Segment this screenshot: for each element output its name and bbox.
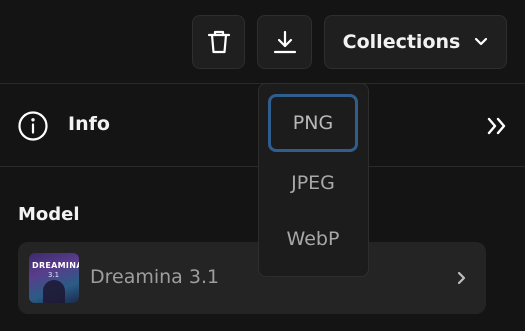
menu-item-png[interactable]: PNG — [268, 94, 358, 152]
model-heading: Model — [18, 204, 80, 225]
collections-button[interactable]: Collections — [324, 15, 507, 69]
menu-item-jpeg[interactable]: JPEG — [268, 154, 358, 212]
info-label: Info — [68, 113, 110, 135]
thumbnail-figure — [43, 280, 65, 303]
trash-icon — [207, 30, 230, 54]
collections-label: Collections — [342, 31, 461, 53]
download-button[interactable] — [257, 15, 312, 69]
double-chevron-right-icon[interactable] — [486, 116, 508, 136]
menu-item-webp[interactable]: WebP — [268, 210, 358, 268]
model-name: Dreamina 3.1 — [90, 266, 220, 288]
chevron-right-icon — [457, 271, 466, 285]
delete-button[interactable] — [192, 15, 245, 69]
model-selector[interactable]: DREAMINA 3.1 Dreamina 3.1 — [18, 242, 486, 314]
thumbnail-version: 3.1 — [48, 271, 60, 279]
info-icon — [18, 111, 48, 141]
thumbnail-title: DREAMINA — [32, 261, 79, 270]
model-thumbnail: DREAMINA 3.1 — [29, 253, 79, 303]
download-icon — [273, 30, 296, 54]
download-format-menu: PNG JPEG WebP — [258, 83, 369, 277]
chevron-down-icon — [475, 37, 488, 46]
